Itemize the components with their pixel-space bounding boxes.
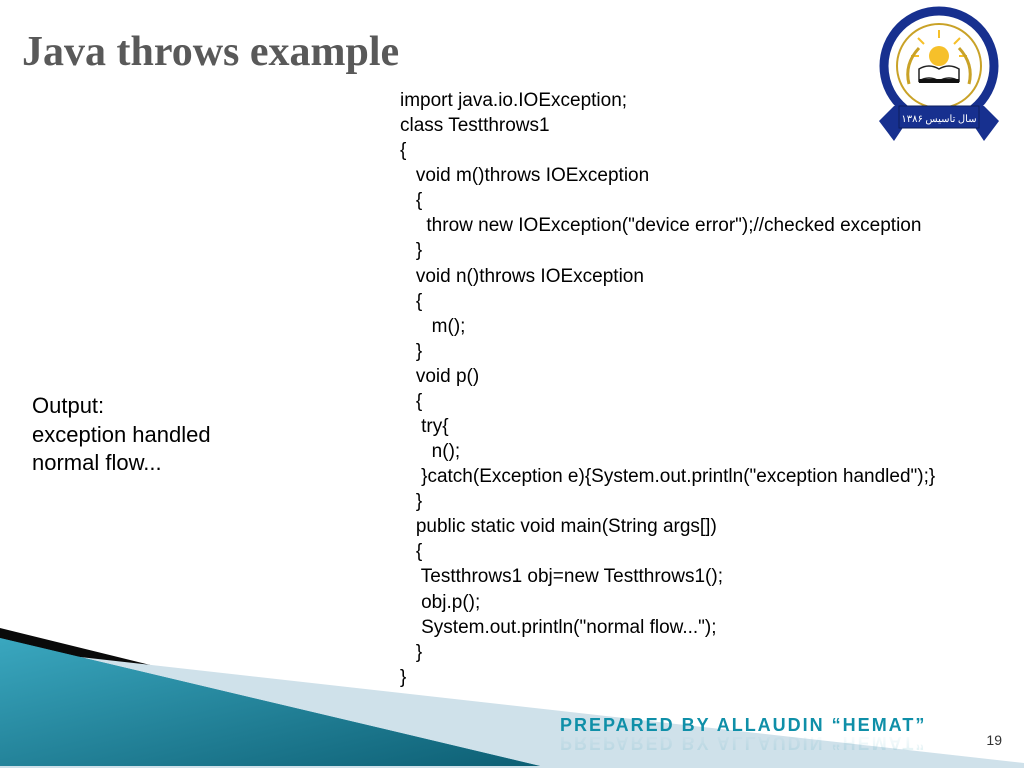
slide-title: Java throws example <box>22 28 399 76</box>
prepared-by-credit: Prepared by Allaudin “Hemat” Prepared by… <box>560 715 926 753</box>
output-line: normal flow... <box>32 449 211 478</box>
code-line: throw new IOException("device error");//… <box>400 215 921 236</box>
code-line: void n()throws IOException <box>400 266 644 287</box>
prepared-by-reflection: Prepared by Allaudin “Hemat” <box>560 732 926 753</box>
code-line: import java.io.IOException; <box>400 90 627 111</box>
code-line: { <box>400 291 422 312</box>
code-line: public static void main(String args[]) <box>400 516 717 537</box>
code-line: try{ <box>400 416 449 437</box>
code-line: } <box>400 341 422 362</box>
output-section: Output: exception handled normal flow... <box>32 392 211 478</box>
code-line: m(); <box>400 316 465 337</box>
slide: Java throws example سال تاسیس ۱۳ <box>0 0 1024 768</box>
code-line: System.out.println("normal flow..."); <box>400 617 717 638</box>
code-line: { <box>400 190 422 211</box>
code-line: n(); <box>400 441 460 462</box>
code-line: Testthrows1 obj=new Testthrows1(); <box>400 566 723 587</box>
code-line: void p() <box>400 366 479 387</box>
page-number: 19 <box>986 732 1002 748</box>
code-line: { <box>400 391 422 412</box>
output-line: exception handled <box>32 421 211 450</box>
code-line: } <box>400 491 422 512</box>
code-line: } <box>400 642 422 663</box>
code-line: } <box>400 240 422 261</box>
output-label: Output: <box>32 392 211 421</box>
code-line: { <box>400 140 406 161</box>
code-line: }catch(Exception e){System.out.println("… <box>400 466 935 487</box>
code-line: void m()throws IOException <box>400 165 649 186</box>
code-block: import java.io.IOException; class Testth… <box>400 88 1000 690</box>
code-line: obj.p(); <box>400 592 480 613</box>
code-line: { <box>400 541 422 562</box>
code-line: } <box>400 667 406 688</box>
code-line: class Testthrows1 <box>400 115 550 136</box>
